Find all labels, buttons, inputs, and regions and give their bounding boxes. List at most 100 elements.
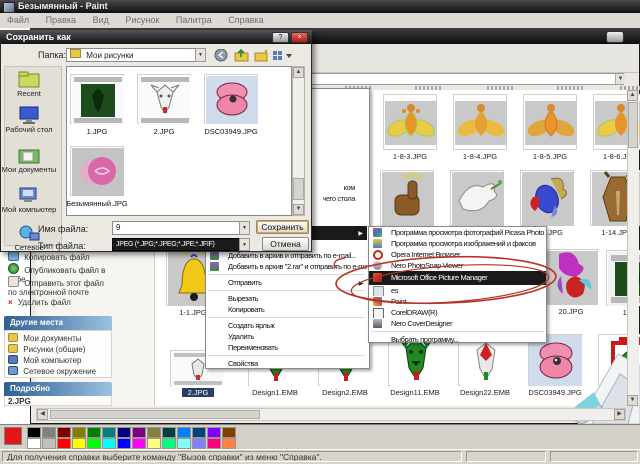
color-swatch[interactable] — [192, 438, 206, 449]
color-swatch[interactable] — [192, 427, 206, 438]
openwith-item-image-fax-viewer[interactable]: Программа просмотра изображений и факсов — [369, 238, 546, 249]
openwith-item-opera[interactable]: Opera Internet Browser — [369, 249, 546, 260]
color-swatch[interactable] — [162, 438, 176, 449]
color-swatch[interactable] — [117, 427, 131, 438]
openwith-item-picasa[interactable]: Программа просмотра фотографий Picasa Ph… — [369, 227, 546, 238]
place-recent[interactable]: Recent — [0, 70, 58, 98]
color-swatch[interactable] — [42, 427, 56, 438]
horizontal-scroll-thumb[interactable] — [50, 410, 260, 419]
context-menu-item-add-archive-rar-email[interactable]: Добавить в архив "2.rar" и отправить по … — [206, 261, 367, 272]
color-swatch[interactable] — [57, 438, 71, 449]
dialog-help-button[interactable]: ? — [272, 32, 289, 43]
current-color-swatch[interactable] — [4, 427, 22, 445]
color-swatch[interactable] — [132, 438, 146, 449]
task-delete-file[interactable]: × Удалить файл — [8, 298, 114, 307]
thumbnail[interactable] — [380, 170, 434, 226]
thumbnail[interactable]: 13.JPG — [520, 170, 574, 237]
menu-view[interactable]: Вид — [86, 13, 116, 28]
file-item[interactable]: DSC03949.JPG — [204, 74, 258, 136]
color-swatch[interactable] — [117, 438, 131, 449]
color-swatch[interactable] — [177, 427, 191, 438]
color-swatch[interactable] — [102, 427, 116, 438]
color-swatch[interactable] — [162, 427, 176, 438]
color-swatch[interactable] — [222, 438, 236, 449]
color-swatch[interactable] — [207, 427, 221, 438]
menu-file[interactable]: Файл — [0, 13, 36, 28]
dialog-scroll-thumb[interactable] — [293, 178, 304, 200]
thumbnail[interactable]: 20.JPG — [544, 249, 598, 316]
color-swatch[interactable] — [222, 427, 236, 438]
color-swatch[interactable] — [177, 438, 191, 449]
color-swatch[interactable] — [147, 438, 161, 449]
scroll-right-icon[interactable]: ▶ — [614, 409, 625, 420]
place-my-computer[interactable]: Мой компьютер — [8, 355, 81, 365]
thumbnail[interactable]: 1-8-3.JPG — [383, 94, 437, 161]
context-menu-item-rename[interactable]: Переименовать — [206, 342, 367, 353]
filename-input[interactable]: 9 — [112, 221, 240, 235]
menu-image[interactable]: Рисунок — [118, 13, 166, 28]
color-swatch[interactable] — [42, 438, 56, 449]
menu-palette[interactable]: Палитра — [169, 13, 219, 28]
context-menu-item-cut[interactable]: Вырезать — [206, 293, 367, 304]
context-menu-item-delete[interactable]: Удалить — [206, 331, 367, 342]
file-item[interactable]: 2.JPG — [137, 74, 191, 136]
up-folder-icon[interactable] — [234, 48, 249, 62]
details-header[interactable]: Подробно — [4, 382, 112, 396]
color-swatch[interactable] — [87, 438, 101, 449]
filename-dropdown-icon[interactable]: ▼ — [239, 221, 250, 235]
place-shared-pictures[interactable]: Рисунки (общие) — [8, 344, 86, 354]
scroll-down-icon[interactable]: ▼ — [627, 395, 638, 406]
other-places-header[interactable]: Другие места — [4, 316, 112, 330]
color-swatch[interactable] — [57, 427, 71, 438]
openwith-item-paint[interactable]: Paint — [369, 296, 546, 307]
color-swatch[interactable] — [147, 427, 161, 438]
place-network[interactable]: Сетевое окружение — [8, 366, 96, 376]
openwith-item-coreldraw[interactable]: CorelDRAW(R) — [369, 307, 546, 318]
file-item[interactable]: 1.JPG — [70, 74, 124, 136]
openwith-item-nero-photosnap[interactable]: Nero PhotoSnap Viewer — [369, 260, 546, 271]
view-menu-icon[interactable] — [272, 49, 294, 62]
place-my-documents[interactable]: Мои документы — [8, 333, 82, 343]
cancel-button[interactable]: Отмена — [262, 237, 309, 251]
menu-edit[interactable]: Правка — [39, 13, 83, 28]
context-menu-item-create-shortcut[interactable]: Создать ярлык — [206, 320, 367, 331]
color-swatch[interactable] — [132, 427, 146, 438]
openwith-item-nero-coverdesigner[interactable]: Nero CoverDesigner — [369, 318, 546, 329]
dialog-close-button[interactable]: × — [291, 32, 308, 43]
color-swatch[interactable] — [72, 427, 86, 438]
file-item[interactable]: Безымянный.JPG — [66, 146, 128, 208]
openwith-item-ms-picture-manager[interactable]: Microsoft Office Picture Manager — [369, 271, 546, 285]
color-swatch[interactable] — [27, 427, 41, 438]
vertical-scroll-thumb[interactable] — [628, 102, 638, 148]
place-desktop[interactable]: Рабочий стол — [0, 106, 58, 134]
place-my-documents-dialog[interactable]: Мои документы — [0, 146, 58, 174]
task-email-file[interactable]: Отправить этот файл по электронной почте — [8, 276, 114, 297]
save-button[interactable]: Сохранить — [256, 220, 309, 234]
new-folder-icon[interactable] — [254, 49, 269, 62]
scroll-left-icon[interactable]: ◀ — [37, 409, 48, 420]
address-dropdown-icon[interactable]: ▼ — [615, 74, 625, 84]
dialog-scroll-down-icon[interactable]: ▼ — [293, 204, 304, 215]
palette-row-2[interactable] — [27, 438, 237, 449]
palette-row-1[interactable] — [27, 427, 237, 438]
openwith-item-choose-program[interactable]: Выбрать программу... — [369, 334, 546, 345]
menu-help[interactable]: Справка — [221, 13, 270, 28]
thumbnail[interactable]: 1-8-4.JPG — [453, 94, 507, 161]
scroll-up-icon[interactable]: ▲ — [627, 90, 638, 101]
color-swatch[interactable] — [27, 438, 41, 449]
context-menu-item-send-to[interactable]: Отправить ▶ — [206, 277, 367, 288]
context-menu-item-copy[interactable]: Копировать — [206, 304, 367, 315]
dialog-scroll-up-icon[interactable]: ▲ — [293, 67, 304, 78]
folder-combobox[interactable]: Мои рисунки — [66, 48, 206, 62]
filetype-combobox[interactable]: JPEG (*.JPG;*.JPEG;*.JPE;*.JFIF) — [112, 238, 240, 251]
filetype-dropdown-icon[interactable]: ▼ — [239, 238, 250, 251]
color-swatch[interactable] — [72, 438, 86, 449]
back-icon[interactable] — [214, 48, 229, 62]
thumbnail[interactable]: 1-8-5.JPG — [523, 94, 577, 161]
color-swatch[interactable] — [87, 427, 101, 438]
color-swatch[interactable] — [207, 438, 221, 449]
color-swatch[interactable] — [102, 438, 116, 449]
openwith-item-es[interactable]: es — [369, 285, 546, 296]
place-my-computer-dialog[interactable]: Мой компьютер — [0, 186, 58, 214]
thumbnail[interactable] — [450, 170, 504, 226]
